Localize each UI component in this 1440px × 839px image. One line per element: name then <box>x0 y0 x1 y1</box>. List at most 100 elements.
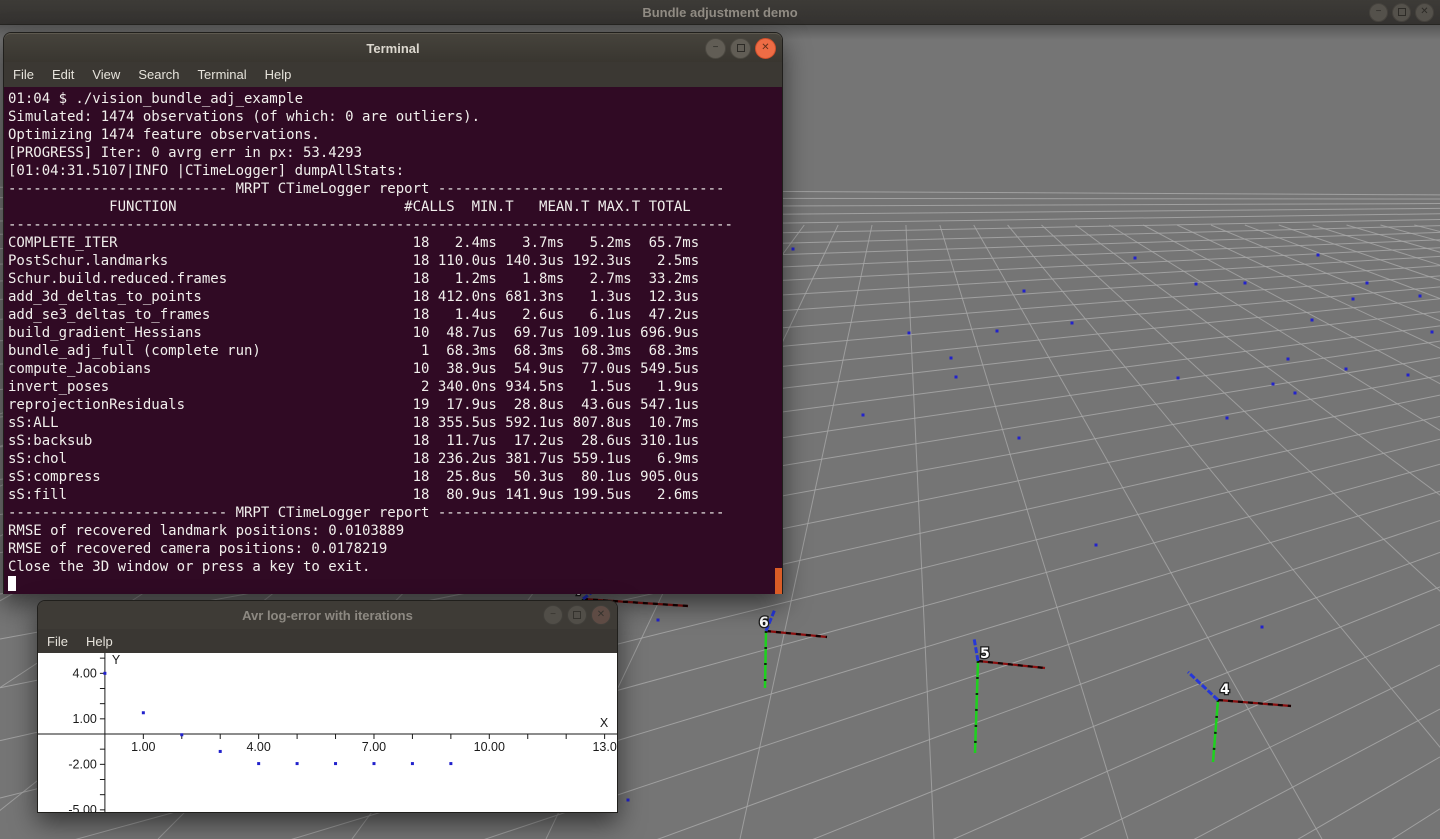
camera-label: 5 <box>980 646 990 662</box>
y-axis-label: Y <box>112 653 121 667</box>
data-point <box>296 762 299 765</box>
landmark-point <box>657 619 660 622</box>
terminal-output: 01:04 $ ./vision_bundle_adj_example Simu… <box>4 87 782 576</box>
landmark-point <box>1071 322 1074 325</box>
main-window-titlebar[interactable]: Bundle adjustment demo − ✕ <box>0 0 1440 25</box>
y-tick-label: -2.00 <box>68 757 97 771</box>
landmark-point <box>1177 377 1180 380</box>
plot-title: Avr log-error with iterations <box>242 608 413 623</box>
plot-menu-file[interactable]: File <box>38 631 77 652</box>
landmark-point <box>627 799 630 802</box>
data-point <box>449 762 452 765</box>
landmark-point <box>950 357 953 360</box>
main-window-buttons: − ✕ <box>1369 0 1434 24</box>
y-tick-label: -5.00 <box>68 803 97 812</box>
x-tick-label: 4.00 <box>246 740 270 754</box>
close-button[interactable]: ✕ <box>1415 3 1434 22</box>
close-icon: ✕ <box>761 43 769 53</box>
close-icon: ✕ <box>597 610 605 620</box>
terminal-menubar: FileEditViewSearchTerminalHelp <box>4 62 782 87</box>
terminal-menu-file[interactable]: File <box>4 64 43 85</box>
plot-window: Avr log-error with iterations − ✕ FileHe… <box>37 600 618 813</box>
main-window-title: Bundle adjustment demo <box>642 5 797 20</box>
landmark-point <box>1244 282 1247 285</box>
landmark-point <box>1134 257 1137 260</box>
landmark-point <box>1261 626 1264 629</box>
camera-axis <box>975 661 978 753</box>
terminal-window: Terminal − ✕ FileEditViewSearchTerminalH… <box>3 32 783 594</box>
data-point <box>219 750 222 753</box>
landmark-point <box>1419 295 1422 298</box>
terminal-body[interactable]: 01:04 $ ./vision_bundle_adj_example Simu… <box>4 87 782 594</box>
data-point <box>103 672 106 675</box>
close-button[interactable]: ✕ <box>755 38 776 59</box>
x-tick-label: 7.00 <box>362 740 386 754</box>
terminal-menu-view[interactable]: View <box>83 64 129 85</box>
x-tick-label: 1.00 <box>131 740 155 754</box>
y-tick-label: 4.00 <box>73 666 97 680</box>
landmark-point <box>1431 331 1434 334</box>
maximize-button[interactable] <box>730 38 751 59</box>
landmark-point <box>862 414 865 417</box>
landmark-point <box>1226 417 1229 420</box>
camera-label: 6 <box>759 615 769 631</box>
x-tick-label: 10.00 <box>474 740 505 754</box>
camera-axis <box>974 638 978 661</box>
camera-axis <box>1188 672 1218 700</box>
terminal-window-buttons: − ✕ <box>705 34 776 62</box>
landmark-point <box>908 332 911 335</box>
camera-label: 4 <box>1220 682 1230 698</box>
desktop: 7654 Bundle adjustment demo − ✕ Terminal… <box>0 0 1440 839</box>
landmark-point <box>1407 374 1410 377</box>
landmark-point <box>1366 282 1369 285</box>
data-point <box>334 762 337 765</box>
terminal-menu-edit[interactable]: Edit <box>43 64 83 85</box>
landmark-point <box>1272 383 1275 386</box>
landmark-point <box>1345 368 1348 371</box>
plot-menubar: FileHelp <box>38 629 617 653</box>
terminal-menu-terminal[interactable]: Terminal <box>189 64 256 85</box>
terminal-menu-help[interactable]: Help <box>256 64 301 85</box>
minimize-button[interactable]: − <box>1369 3 1388 22</box>
minimize-button[interactable]: − <box>543 605 563 625</box>
minimize-icon: − <box>550 610 556 620</box>
landmark-point <box>1311 319 1314 322</box>
terminal-titlebar[interactable]: Terminal − ✕ <box>4 33 782 62</box>
x-axis-label: X <box>600 716 609 730</box>
landmark-point <box>1195 283 1198 286</box>
plot-canvas: 1.00 4.00 7.00 10.00 13.0 4.00 1.00 -2.00 -5.00 Y… <box>38 653 617 812</box>
landmark-point <box>1095 544 1098 547</box>
landmark-point <box>1018 437 1021 440</box>
data-point <box>372 762 375 765</box>
maximize-icon <box>573 611 581 619</box>
terminal-scrollbar[interactable] <box>775 568 782 594</box>
minimize-icon: − <box>713 43 719 53</box>
landmark-point <box>1023 290 1026 293</box>
close-icon: ✕ <box>1420 7 1428 17</box>
close-button[interactable]: ✕ <box>591 605 611 625</box>
landmark-point <box>1317 254 1320 257</box>
landmark-point <box>955 376 958 379</box>
scatter-plot: 1.00 4.00 7.00 10.00 13.0 4.00 1.00 -2.00 -5.00 Y… <box>38 653 617 812</box>
plot-menu-help[interactable]: Help <box>77 631 122 652</box>
maximize-icon <box>737 44 745 52</box>
minimize-icon: − <box>1376 7 1382 17</box>
terminal-cursor <box>8 576 16 591</box>
y-tick-label: 1.00 <box>73 712 97 726</box>
terminal-menu-search[interactable]: Search <box>129 64 188 85</box>
data-point <box>142 711 145 714</box>
plot-titlebar[interactable]: Avr log-error with iterations − ✕ <box>38 601 617 629</box>
x-tick-label: 13.0 <box>592 740 616 754</box>
data-point <box>257 762 260 765</box>
maximize-button[interactable] <box>1392 3 1411 22</box>
minimize-button[interactable]: − <box>705 38 726 59</box>
maximize-icon <box>1398 8 1406 16</box>
data-point <box>180 733 183 736</box>
maximize-button[interactable] <box>567 605 587 625</box>
landmark-point <box>1294 392 1297 395</box>
camera-axis <box>1213 700 1218 762</box>
terminal-title: Terminal <box>366 41 419 56</box>
landmark-point <box>1352 298 1355 301</box>
landmark-point <box>1287 358 1290 361</box>
landmark-point <box>996 330 999 333</box>
